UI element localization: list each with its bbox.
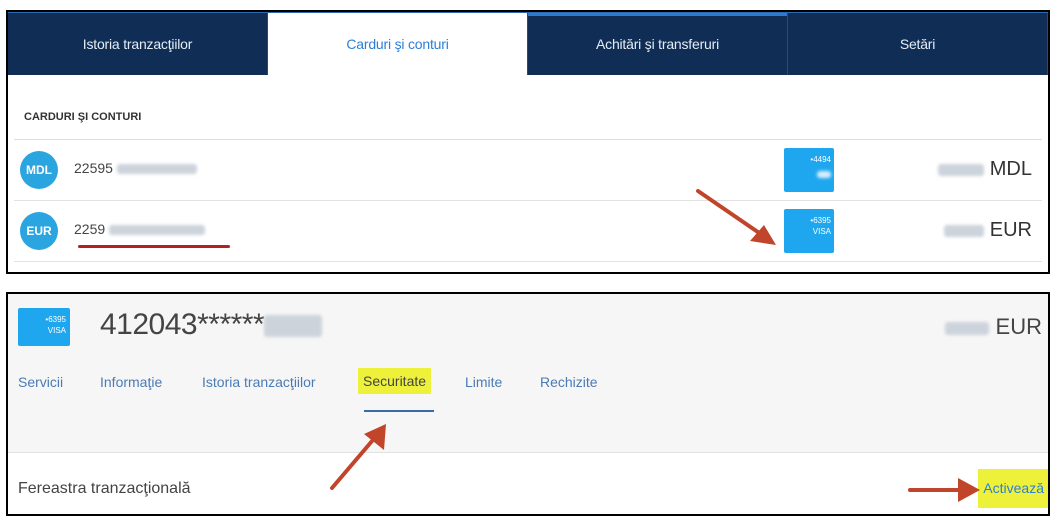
account-number[interactable]: 2259 [74, 221, 206, 237]
tab-payments-transfers[interactable]: Achitări şi transferuri [528, 13, 788, 75]
account-underline-annotation [78, 245, 230, 248]
balance-currency: EUR [995, 314, 1042, 339]
account-balance: MDL [938, 158, 1032, 181]
redacted-card-brand [817, 171, 831, 179]
tab-label: Setări [899, 36, 936, 52]
arrow-annotation-icon [908, 478, 980, 502]
redacted-card-digits [264, 315, 323, 338]
redacted-balance-amount [938, 163, 985, 176]
account-balance: EUR [944, 219, 1032, 242]
redacted-account-digits [116, 164, 197, 175]
tab-cards-accounts[interactable]: Carduri şi conturi [268, 13, 528, 75]
card-brand: VISA [47, 326, 66, 335]
redacted-account-digits [109, 225, 206, 236]
arrow-annotation-icon [696, 189, 776, 245]
card-thumbnail[interactable]: •4494 [784, 148, 834, 192]
account-row-mdl[interactable]: MDL 22595 •4494 MDL [14, 140, 1042, 201]
card-balance: EUR [945, 314, 1042, 340]
card-number-masked: 412043****** [100, 308, 265, 341]
main-nav-tabs: Istoria tranzacţiilor Carduri şi conturi… [8, 12, 1048, 75]
card-detail-header: •6395 VISA 412043****** EUR [8, 294, 1048, 360]
card-detail-panel: •6395 VISA 412043****** EUR Servicii Inf… [6, 292, 1050, 516]
account-number-prefix: 2259 [74, 221, 106, 237]
subtab-transaction-history[interactable]: Istoria tranzacţiilor [202, 374, 316, 390]
account-number[interactable]: 22595 [74, 160, 197, 176]
balance-currency: EUR [989, 219, 1032, 241]
balance-currency: MDL [989, 158, 1032, 180]
account-number-prefix: 22595 [74, 160, 113, 176]
card-thumbnail[interactable]: •6395 VISA [784, 209, 834, 253]
transaction-window-row: Fereastra tranzacţională Activează [8, 452, 1048, 514]
card-suffix: •6395 [45, 315, 66, 324]
card-thumbnail: •6395 VISA [18, 308, 70, 346]
subtab-services[interactable]: Servicii [18, 374, 63, 390]
section-title: CARDURI ŞI CONTURI [14, 75, 1042, 140]
card-suffix: •4494 [810, 155, 831, 164]
currency-badge: MDL [20, 151, 58, 189]
card-subtabs: Servicii Informaţie Istoria tranzacţiilo… [8, 360, 1048, 432]
subtab-security[interactable]: Securitate [358, 368, 432, 394]
tab-settings[interactable]: Setări [788, 13, 1048, 75]
subtab-requisites[interactable]: Rechizite [540, 374, 598, 390]
redacted-balance-amount [945, 321, 990, 335]
arrow-annotation-icon [330, 424, 386, 490]
tab-transaction-history[interactable]: Istoria tranzacţiilor [8, 13, 268, 75]
card-number: 412043****** [100, 308, 323, 342]
card-suffix: •6395 [810, 216, 831, 225]
transaction-window-label: Fereastra tranzacţională [18, 480, 191, 497]
tab-label: Istoria tranzacţiilor [82, 36, 193, 52]
active-subtab-indicator [364, 410, 434, 412]
activate-button[interactable]: Activează [978, 469, 1048, 508]
cards-and-accounts-panel: Istoria tranzacţiilor Carduri şi conturi… [6, 10, 1050, 274]
tab-label: Achitări şi transferuri [596, 36, 719, 52]
card-brand: VISA [812, 227, 831, 236]
account-row-eur[interactable]: EUR 2259 •6395 VISA EUR [14, 201, 1042, 262]
subtab-information[interactable]: Informaţie [100, 374, 162, 390]
subtab-limits[interactable]: Limite [465, 374, 502, 390]
currency-badge: EUR [20, 212, 58, 250]
tab-label: Carduri şi conturi [346, 36, 449, 52]
redacted-balance-amount [944, 224, 985, 237]
